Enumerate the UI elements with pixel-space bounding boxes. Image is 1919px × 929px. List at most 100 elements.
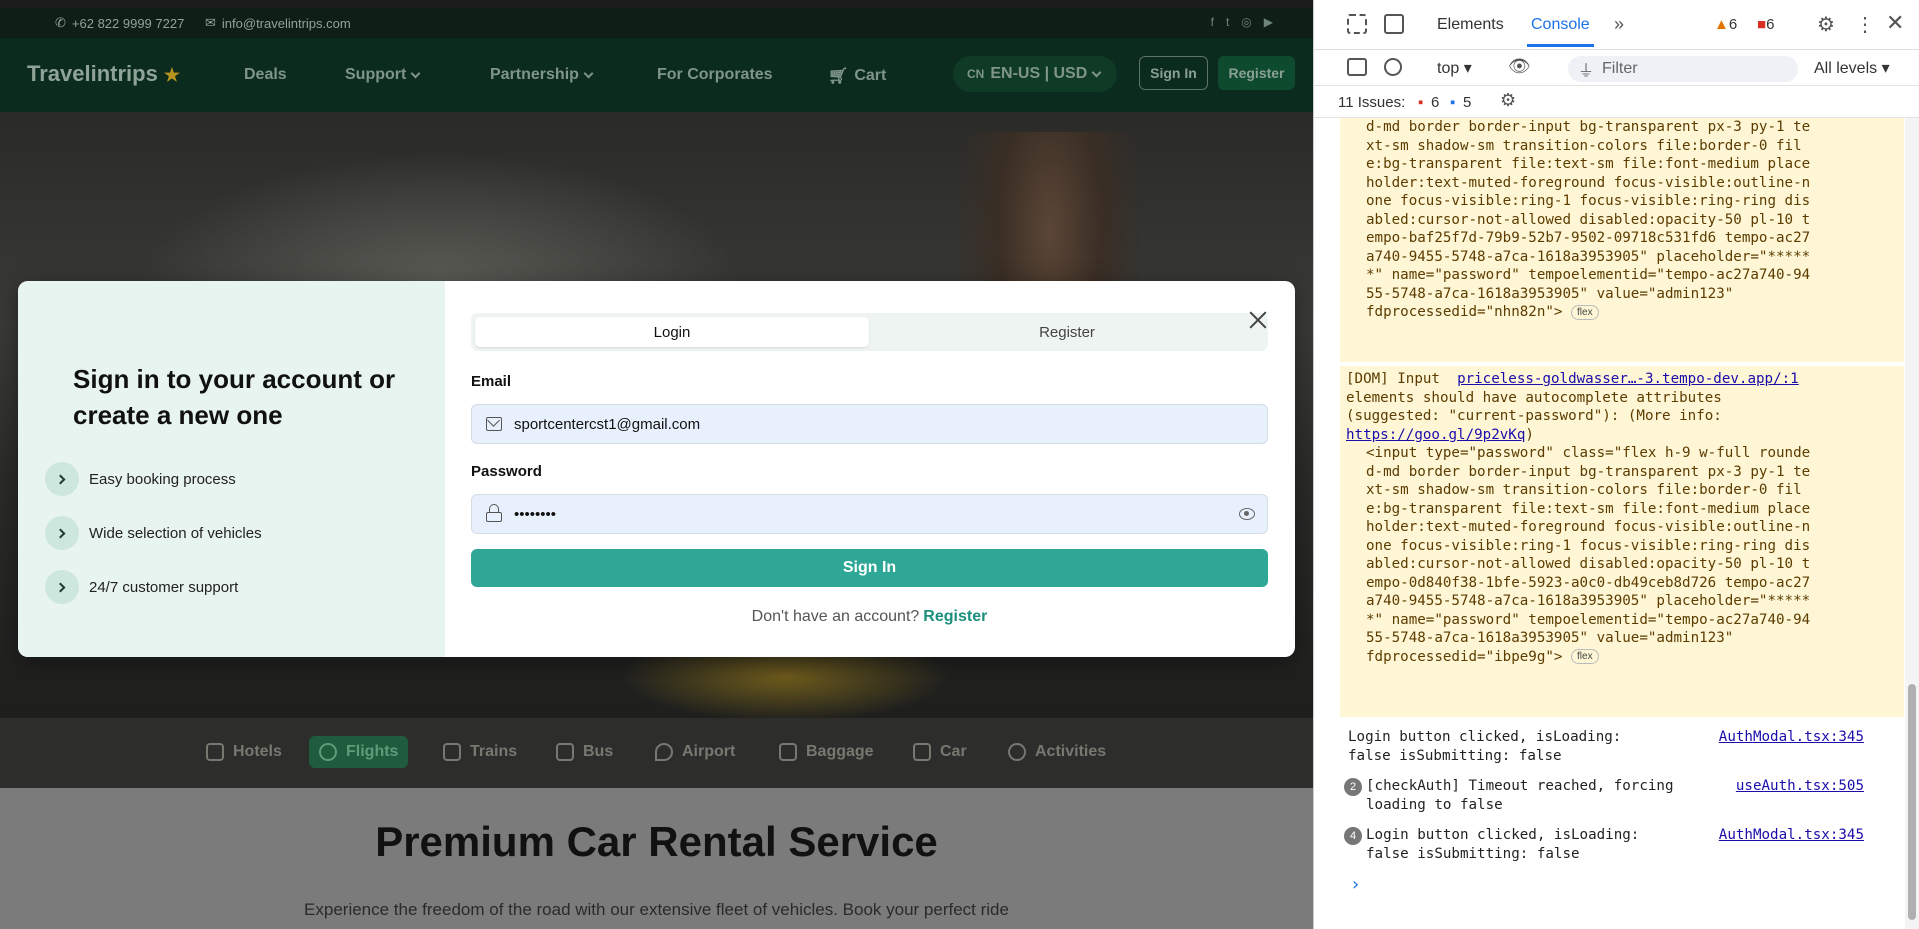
- tab-baggage-label: Baggage: [806, 743, 874, 760]
- tab-car[interactable]: Car: [903, 736, 977, 768]
- brand-logo[interactable]: Travelintrips ★: [27, 61, 180, 87]
- log-line: Login button clicked, isLoading:: [1366, 827, 1640, 843]
- repeat-count-badge: 2: [1344, 778, 1362, 796]
- warning-icon: ▲: [1714, 16, 1729, 33]
- close-icon[interactable]: [1247, 309, 1269, 331]
- code-line: empo-0d840f38-1bfe-5923-a0c0-db49ceb8d72…: [1366, 574, 1811, 591]
- flex-badge[interactable]: flex: [1571, 304, 1599, 320]
- error-counter[interactable]: ■6: [1757, 16, 1774, 33]
- device-toolbar-icon[interactable]: [1384, 14, 1404, 34]
- warning-title: [DOM] Input: [1346, 371, 1440, 387]
- hotel-icon: [206, 743, 224, 761]
- nav-sign-in-button[interactable]: Sign In: [1139, 56, 1208, 90]
- console-scrollbar-thumb[interactable]: [1908, 684, 1916, 920]
- sign-in-button[interactable]: Sign In: [471, 549, 1268, 587]
- gear-icon[interactable]: ⚙: [1817, 12, 1835, 37]
- tab-elements[interactable]: Elements: [1437, 16, 1504, 34]
- tab-console[interactable]: Console: [1527, 16, 1594, 47]
- nav-partnership[interactable]: Partnership: [490, 66, 594, 84]
- locale-selector[interactable]: CN EN-US | USD: [953, 56, 1117, 92]
- log-line: false isSubmitting: false: [1348, 747, 1562, 764]
- console-scrollbar[interactable]: [1905, 118, 1919, 929]
- issues-info-count: 5: [1463, 94, 1472, 111]
- contact-topbar: ✆ +62 822 9999 7227 ✉ info@travelintrips…: [0, 8, 1313, 38]
- feature-label: Easy booking process: [89, 470, 236, 488]
- log-source-link[interactable]: AuthModal.tsx:345: [1719, 826, 1864, 845]
- error-count: 6: [1766, 16, 1775, 33]
- tab-airport[interactable]: Airport: [645, 736, 745, 768]
- facebook-icon[interactable]: f: [1211, 15, 1214, 29]
- main-navbar: Travelintrips ★ Deals Support Partnership…: [0, 38, 1313, 112]
- youtube-icon[interactable]: ▶: [1264, 15, 1273, 29]
- feature-label: Wide selection of vehicles: [89, 524, 262, 542]
- phone-icon: ✆: [55, 15, 66, 30]
- nav-deals[interactable]: Deals: [244, 66, 287, 84]
- tab-trains[interactable]: Trains: [433, 736, 527, 768]
- car-rental-section: Premium Car Rental Service Experience th…: [0, 788, 1313, 929]
- tab-trains-label: Trains: [470, 743, 518, 760]
- nav-register-button[interactable]: Register: [1218, 56, 1295, 90]
- password-field-wrapper: [471, 494, 1268, 534]
- context-selector[interactable]: top ▾: [1437, 58, 1472, 78]
- flex-badge[interactable]: flex: [1571, 649, 1599, 664]
- code-line: one focus-visible:ring-1 focus-visible:r…: [1366, 193, 1811, 209]
- tab-bus[interactable]: Bus: [546, 736, 623, 768]
- code-line: *" name="password" tempoelementid="tempo…: [1366, 611, 1811, 628]
- email-contact[interactable]: ✉ info@travelintrips.com: [205, 15, 351, 31]
- log-line: loading to false: [1366, 797, 1503, 813]
- tab-login[interactable]: Login: [475, 317, 869, 347]
- tab-register[interactable]: Register: [870, 317, 1264, 347]
- tab-flights[interactable]: Flights: [309, 736, 409, 768]
- feature-item: 24/7 customer support: [45, 570, 238, 604]
- more-tabs-icon[interactable]: »: [1614, 14, 1624, 35]
- log-line: false isSubmitting: false: [1366, 846, 1580, 862]
- phone-contact[interactable]: ✆ +62 822 9999 7227: [55, 15, 184, 31]
- nav-support[interactable]: Support: [345, 66, 421, 84]
- tab-baggage[interactable]: Baggage: [769, 736, 884, 768]
- gear-icon[interactable]: ⚙: [1500, 90, 1516, 111]
- luggage-icon: [779, 743, 797, 761]
- console-prompt[interactable]: ›: [1350, 875, 1361, 895]
- log-levels-dropdown[interactable]: All levels ▾: [1814, 58, 1890, 78]
- section-subtext: Experience the freedom of the road with …: [304, 900, 1009, 919]
- filter-input[interactable]: ⏚ Filter: [1568, 56, 1798, 82]
- sidebar-toggle-icon[interactable]: [1347, 58, 1367, 76]
- register-link[interactable]: Register: [923, 608, 987, 625]
- chevron-down-icon: [410, 68, 421, 78]
- email-field[interactable]: [512, 414, 1162, 434]
- inspect-element-icon[interactable]: [1347, 14, 1367, 34]
- code-line: e:bg-transparent file:text-sm file:font-…: [1366, 500, 1811, 517]
- nav-corporates[interactable]: For Corporates: [657, 66, 773, 84]
- more-info-link[interactable]: https://goo.gl/9p2vKq: [1346, 427, 1525, 443]
- brand-name: Travelintrips: [27, 61, 158, 86]
- log-levels-label: All levels: [1814, 60, 1878, 77]
- lock-icon: [486, 504, 502, 522]
- twitter-icon[interactable]: t: [1226, 15, 1229, 29]
- issues-bar[interactable]: 11 Issues: ▪ 6 ▪ 5 ⚙: [1314, 86, 1919, 118]
- tab-activities[interactable]: Activities: [998, 736, 1116, 768]
- close-devtools-icon[interactable]: ✕: [1886, 10, 1904, 36]
- warning-text-line: (suggested: "current-password"): (More i…: [1346, 408, 1722, 424]
- password-field[interactable]: [512, 504, 1162, 524]
- website-viewport: ✆ +62 822 9999 7227 ✉ info@travelintrips…: [0, 0, 1313, 929]
- mail-icon: [486, 417, 502, 431]
- code-line: 55-5748-a7ca-1618a3953905" value="admin1…: [1366, 285, 1734, 302]
- instagram-icon[interactable]: ◎: [1241, 15, 1251, 29]
- warning-counter[interactable]: ▲6: [1714, 16, 1737, 33]
- eye-icon[interactable]: 👁︎: [1508, 56, 1531, 77]
- tab-hotels[interactable]: Hotels: [196, 736, 292, 768]
- feature-label: 24/7 customer support: [89, 578, 239, 596]
- chevron-right-icon: [45, 570, 79, 604]
- kebab-menu-icon[interactable]: ⋮: [1855, 12, 1875, 37]
- log-source-link[interactable]: AuthModal.tsx:345: [1719, 728, 1864, 747]
- email-text: info@travelintrips.com: [221, 15, 351, 31]
- eye-icon[interactable]: [1239, 508, 1255, 520]
- code-line: a740-9455-5748-a7ca-1618a3953905" placeh…: [1366, 248, 1811, 265]
- nav-cart[interactable]: 🛒︎ Cart: [828, 66, 886, 86]
- clear-console-icon[interactable]: [1384, 58, 1402, 76]
- console-log-message: 2 [checkAuth] Timeout reached, forcing lo…: [1340, 777, 1904, 817]
- train-icon: [443, 743, 461, 761]
- log-source-link[interactable]: useAuth.tsx:505: [1736, 777, 1864, 796]
- console-output: d-md border border-input bg-transparent …: [1314, 118, 1904, 929]
- warning-source-link[interactable]: priceless-goldwasser…-3.tempo-dev.app/:1: [1457, 371, 1799, 387]
